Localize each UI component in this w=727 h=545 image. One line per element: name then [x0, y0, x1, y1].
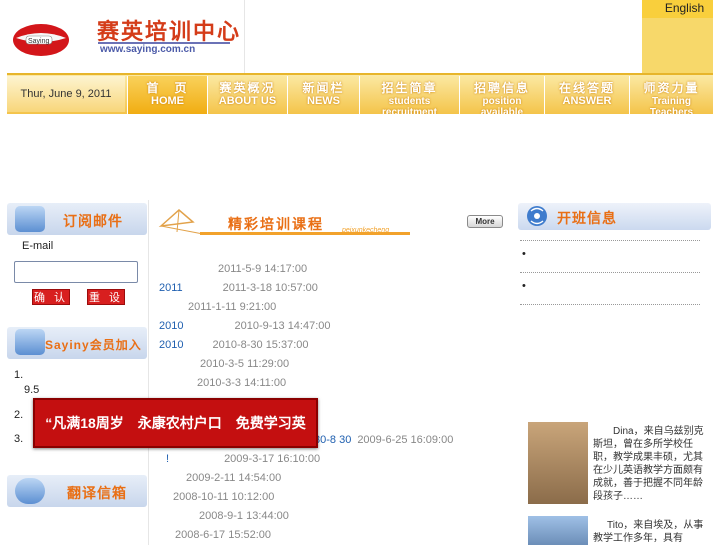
- course-date: 2010-3-5 11:29:00: [200, 358, 290, 370]
- subscribe-title: 订阅邮件: [63, 213, 123, 229]
- course-year: 2010: [159, 320, 184, 332]
- nav-positions-cn: 招聘信息: [473, 81, 530, 95]
- course-date: 2008-9-1 13:44:00: [199, 510, 289, 522]
- course-row[interactable]: 2010-3-3 14:11:00: [197, 377, 286, 389]
- header-spacer: [245, 0, 642, 73]
- course-date: 2008-6-17 15:52:00: [175, 529, 272, 541]
- course-date: 2011-1-11 9:21:00: [188, 301, 277, 313]
- course-date: 2008-10-11 10:12:00: [173, 491, 275, 503]
- teacher-photo[interactable]: [528, 516, 588, 545]
- course-date: 2009-2-11 14:54:00: [186, 472, 282, 484]
- course-date: 2011-5-9 14:17:00: [218, 263, 308, 275]
- email-input[interactable]: [14, 261, 138, 283]
- divider: [520, 304, 700, 305]
- teacher-description: Dina，来自乌兹别克斯坦，曾在多所学校任职，教学成果丰硕，尤其在少儿英语教学方…: [593, 426, 704, 502]
- course-row[interactable]: 2011 2011-3-18 10:57:00: [159, 282, 318, 294]
- teacher-description: Tito，来自埃及，从事教学工作多年，具有: [593, 520, 704, 544]
- divider: [520, 272, 700, 273]
- course-row[interactable]: 2011-5-9 14:17:00: [218, 263, 307, 275]
- translate-header: 翻译信箱: [7, 475, 147, 507]
- course-row[interactable]: 2008-10-11 10:12:00: [173, 491, 274, 503]
- subscribe-header: 订阅邮件: [7, 203, 147, 235]
- course-year: 2011: [159, 282, 183, 294]
- lips-logo-icon: Saying: [13, 24, 69, 56]
- logo-badge-text: Saying: [28, 38, 50, 45]
- join-item[interactable]: 9.5: [24, 384, 39, 396]
- open-class-title: 开班信息: [557, 210, 617, 226]
- course-row[interactable]: 2011-1-11 9:21:00: [188, 301, 276, 313]
- course-row[interactable]: !2009-3-17 16:10:00: [166, 453, 320, 465]
- promo-banner[interactable]: “凡满18周岁 永康农村户口 免费学习英语”: [33, 398, 318, 477]
- join-header: Sayiny会员加入: [7, 327, 147, 359]
- right-gutter: [713, 0, 727, 545]
- nav-about-cn: 赛英概况: [219, 81, 276, 95]
- courses-title: 精彩培训课程: [228, 216, 324, 232]
- nav-news-en: NEWS: [307, 95, 340, 107]
- teacher-photo[interactable]: [528, 422, 588, 504]
- nav-teachers[interactable]: 师资力量 Training Teachers: [629, 76, 713, 118]
- nav-news[interactable]: 新闻栏 NEWS: [287, 76, 359, 114]
- course-row[interactable]: 2009-2-11 14:54:00: [186, 472, 281, 484]
- folder-icon: [15, 329, 45, 355]
- join-item[interactable]: 1.: [14, 369, 23, 381]
- more-button[interactable]: More: [467, 215, 503, 228]
- translate-title: 翻译信箱: [67, 485, 127, 501]
- nav-home-en: HOME: [151, 95, 184, 107]
- nav-answer[interactable]: 在线答题 ANSWER: [544, 76, 629, 114]
- banner-area: [7, 114, 713, 200]
- course-row[interactable]: 30-8 30 2009-6-25 16:09:00: [314, 434, 453, 446]
- nav-home[interactable]: 首 页 HOME: [127, 76, 207, 114]
- nav-answer-cn: 在线答题: [558, 81, 615, 95]
- confirm-button[interactable]: 确 认: [32, 289, 70, 305]
- course-row[interactable]: 2010-3-5 11:29:00: [200, 358, 289, 370]
- course-row[interactable]: 2008-6-17 15:52:00: [175, 529, 271, 541]
- course-date: 2010-8-30 15:37:00: [212, 339, 309, 351]
- nav-about-en: ABOUT US: [218, 95, 277, 107]
- broadcast-icon: [527, 206, 547, 226]
- join-item[interactable]: 3.: [14, 433, 23, 445]
- nav-home-cn: 首 页: [146, 81, 189, 95]
- course-date: 2010-9-13 14:47:00: [234, 320, 331, 332]
- courses-pinyin: peixunkecheng: [342, 227, 390, 234]
- reset-button[interactable]: 重 设: [87, 289, 125, 305]
- course-date: 2009-3-17 16:10:00: [224, 453, 321, 465]
- join-item[interactable]: 2.: [14, 409, 23, 421]
- nav-about[interactable]: 赛英概况 ABOUT US: [207, 76, 287, 114]
- course-year: 2010: [159, 339, 184, 351]
- course-year: 30-8 30: [314, 434, 352, 446]
- course-date: 2010-3-3 14:11:00: [197, 377, 287, 389]
- nav-positions[interactable]: 招聘信息 position available: [459, 76, 544, 118]
- course-date: 2009-6-25 16:09:00: [357, 434, 454, 446]
- current-date: Thur, June 9, 2011: [7, 76, 125, 112]
- globe-icon: [15, 478, 45, 504]
- nav-news-cn: 新闻栏: [302, 81, 345, 95]
- nav-recruitment-cn: 招生简章: [381, 81, 438, 95]
- open-class-item[interactable]: •: [522, 280, 526, 292]
- course-row[interactable]: 2010 2010-8-30 15:37:00: [159, 339, 309, 351]
- nav-teachers-cn: 师资力量: [643, 81, 700, 95]
- nav-answer-en: ANSWER: [562, 95, 612, 107]
- mail-icon: [15, 206, 45, 232]
- divider: [520, 240, 700, 241]
- logo-url: www.saying.com.cn: [100, 44, 196, 55]
- join-title: Sayiny会员加入: [45, 338, 142, 352]
- course-date: 2011-3-18 10:57:00: [222, 282, 318, 294]
- open-class-item[interactable]: •: [522, 248, 526, 260]
- course-row[interactable]: 2010 2010-9-13 14:47:00: [159, 320, 331, 332]
- email-label: E-mail: [22, 240, 54, 252]
- course-row[interactable]: 2008-9-1 13:44:00: [199, 510, 289, 522]
- nav-recruitment[interactable]: 招生简章 students recruitment: [359, 76, 459, 118]
